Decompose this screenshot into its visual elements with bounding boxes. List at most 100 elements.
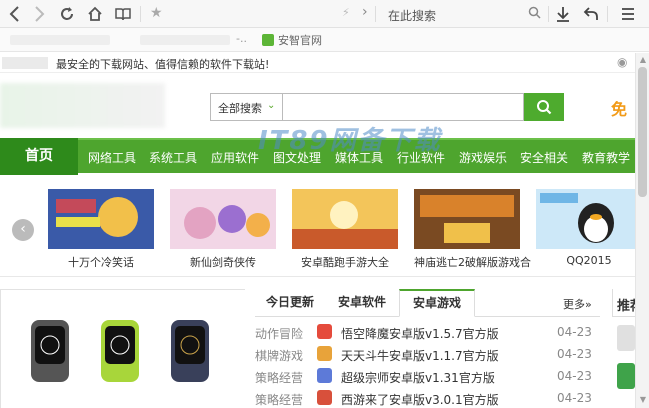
site-slogan: 最安全的下载网站、值得信赖的软件下载站! — [56, 58, 270, 71]
item-category[interactable]: 策略经营 — [255, 391, 303, 408]
search-scope-select[interactable]: 全部搜索 ⌄ — [210, 93, 282, 121]
nav-home[interactable]: 首页 — [0, 138, 78, 175]
game-card[interactable]: 安卓酷跑手游大全 — [292, 189, 398, 270]
blurred-text — [2, 57, 48, 69]
nav-item[interactable]: 教育教学 — [582, 149, 630, 166]
download-icon[interactable] — [552, 3, 574, 25]
eye-icon[interactable]: ◉ — [617, 55, 627, 69]
nav-item[interactable]: 应用软件 — [211, 149, 259, 166]
item-title[interactable]: 悟空降魔安卓版v1.5.7官方版 — [341, 325, 499, 342]
game-card[interactable]: 神庙逃亡2破解版游戏合 — [414, 189, 531, 270]
product-banner[interactable] — [0, 289, 246, 408]
bookmark-item[interactable] — [10, 35, 110, 45]
game-card[interactable]: QQ2015 — [536, 189, 635, 267]
more-link[interactable]: 更多» — [563, 296, 592, 312]
undo-icon[interactable] — [580, 3, 602, 25]
list-item[interactable]: 策略经营 西游来了安卓版v3.0.1官方版 04-23 — [255, 387, 600, 408]
app-icon — [317, 324, 332, 339]
game-thumbnail — [48, 189, 154, 249]
game-thumbnail — [292, 189, 398, 249]
divider — [140, 6, 141, 22]
game-carousel: ‹ 十万个冷笑话 新仙剑奇侠传 安卓酷跑手游大全 神庙逃亡2破解版游戏合 QQ2… — [0, 179, 635, 277]
app-icon — [317, 390, 332, 405]
home-icon[interactable] — [84, 3, 106, 25]
item-title[interactable]: 超级宗师安卓版v1.31官方版 — [341, 369, 495, 386]
free-banner-text: 免 — [611, 100, 628, 119]
game-caption: 新仙剑奇侠传 — [190, 256, 256, 269]
tab-android-games[interactable]: 安卓游戏 — [399, 289, 475, 317]
item-title[interactable]: 西游来了安卓版v3.0.1官方版 — [341, 391, 499, 408]
update-list: 动作冒险 悟空降魔安卓版v1.5.7官方版 04-23 棋牌游戏 天天斗牛安卓版… — [255, 321, 600, 408]
game-thumbnail — [414, 189, 520, 249]
site-logo[interactable] — [0, 83, 165, 128]
game-card[interactable]: 新仙剑奇侠传 — [170, 189, 276, 270]
bookmarks-bar: -.. 安智官网 — [0, 28, 649, 52]
app-icon[interactable] — [617, 363, 635, 389]
nav-item[interactable]: 网络工具 — [88, 149, 136, 166]
back-icon[interactable] — [4, 3, 26, 25]
list-item[interactable]: 策略经营 超级宗师安卓版v1.31官方版 04-23 — [255, 365, 600, 387]
top-info-bar: 最安全的下载网站、值得信赖的软件下载站! ◉ — [0, 53, 635, 73]
list-item[interactable]: 棋牌游戏 天天斗牛安卓版v1.1.7官方版 04-23 — [255, 343, 600, 365]
tab-today[interactable]: 今日更新 — [255, 289, 325, 317]
menu-icon[interactable] — [617, 3, 639, 25]
bookmark-label: 安智官网 — [278, 34, 322, 47]
item-date: 04-23 — [557, 369, 592, 383]
app-icon — [317, 346, 332, 361]
nav-item[interactable]: 系统工具 — [149, 149, 197, 166]
search-scope-label: 全部搜索 — [218, 102, 262, 115]
item-title[interactable]: 天天斗牛安卓版v1.1.7官方版 — [341, 347, 499, 364]
lightning-icon: ⚡ — [342, 6, 350, 19]
web-page: 最安全的下载网站、值得信赖的软件下载站! ◉ 全部搜索 ⌄ 免 首页 网络工具 … — [0, 53, 635, 408]
browser-toolbar: ★ ⚡ › 在此搜索 — [0, 0, 649, 28]
watch-banner-image — [1, 290, 246, 408]
item-category[interactable]: 棋牌游戏 — [255, 347, 303, 364]
game-caption: 神庙逃亡2破解版游戏合 — [414, 256, 531, 269]
site-search: 全部搜索 ⌄ — [210, 93, 564, 121]
bookmark-anzhi[interactable]: 安智官网 — [262, 32, 322, 48]
search-icon[interactable] — [528, 6, 541, 22]
app-icon — [317, 368, 332, 383]
search-icon — [537, 100, 552, 115]
chevron-right-icon[interactable]: › — [362, 4, 368, 20]
scroll-thumb[interactable] — [638, 67, 647, 197]
address-bar[interactable]: ★ ⚡ › — [142, 3, 372, 25]
item-date: 04-23 — [557, 391, 592, 405]
reader-icon[interactable] — [112, 3, 134, 25]
item-date: 04-23 — [557, 325, 592, 339]
game-card[interactable]: 十万个冷笑话 — [48, 189, 154, 270]
scroll-down-icon[interactable]: ▼ — [638, 395, 648, 405]
chevron-down-icon: ⌄ — [267, 100, 276, 111]
divider — [607, 6, 608, 22]
game-caption: QQ2015 — [566, 254, 612, 267]
item-date: 04-23 — [557, 347, 592, 361]
site-search-input[interactable] — [282, 93, 524, 121]
nav-item[interactable]: 安全相关 — [520, 149, 568, 166]
tab-android-software[interactable]: 安卓软件 — [327, 289, 397, 317]
update-tabs: 今日更新 安卓软件 安卓游戏 更多» — [255, 289, 600, 317]
site-search-button[interactable] — [524, 93, 564, 121]
forward-icon[interactable] — [28, 3, 50, 25]
list-item[interactable]: 动作冒险 悟空降魔安卓版v1.5.7官方版 04-23 — [255, 321, 600, 343]
app-icon[interactable] — [617, 325, 635, 351]
game-caption: 安卓酷跑手游大全 — [301, 256, 389, 269]
item-category[interactable]: 策略经营 — [255, 369, 303, 386]
item-category[interactable]: 动作冒险 — [255, 325, 303, 342]
browser-search-input[interactable]: 在此搜索 — [380, 3, 550, 25]
game-thumbnail — [170, 189, 276, 249]
watermark-text: IT89网备下载 — [258, 126, 442, 156]
game-thumbnail — [536, 189, 635, 249]
carousel-prev-button[interactable]: ‹ — [12, 219, 34, 241]
recommend-title: 推荐 — [612, 289, 635, 317]
reload-icon[interactable] — [56, 3, 78, 25]
divider — [548, 6, 549, 22]
scroll-up-icon[interactable]: ▲ — [638, 55, 648, 65]
divider — [375, 6, 376, 22]
bookmark-dots: -.. — [236, 32, 247, 45]
game-caption: 十万个冷笑话 — [68, 256, 134, 269]
anzhi-icon — [262, 34, 274, 46]
bookmark-item[interactable] — [140, 35, 230, 45]
bookmark-star-icon[interactable]: ★ — [150, 5, 163, 21]
nav-item[interactable]: 游戏娱乐 — [459, 149, 507, 166]
page-scrollbar[interactable]: ▲ ▼ — [635, 53, 649, 408]
